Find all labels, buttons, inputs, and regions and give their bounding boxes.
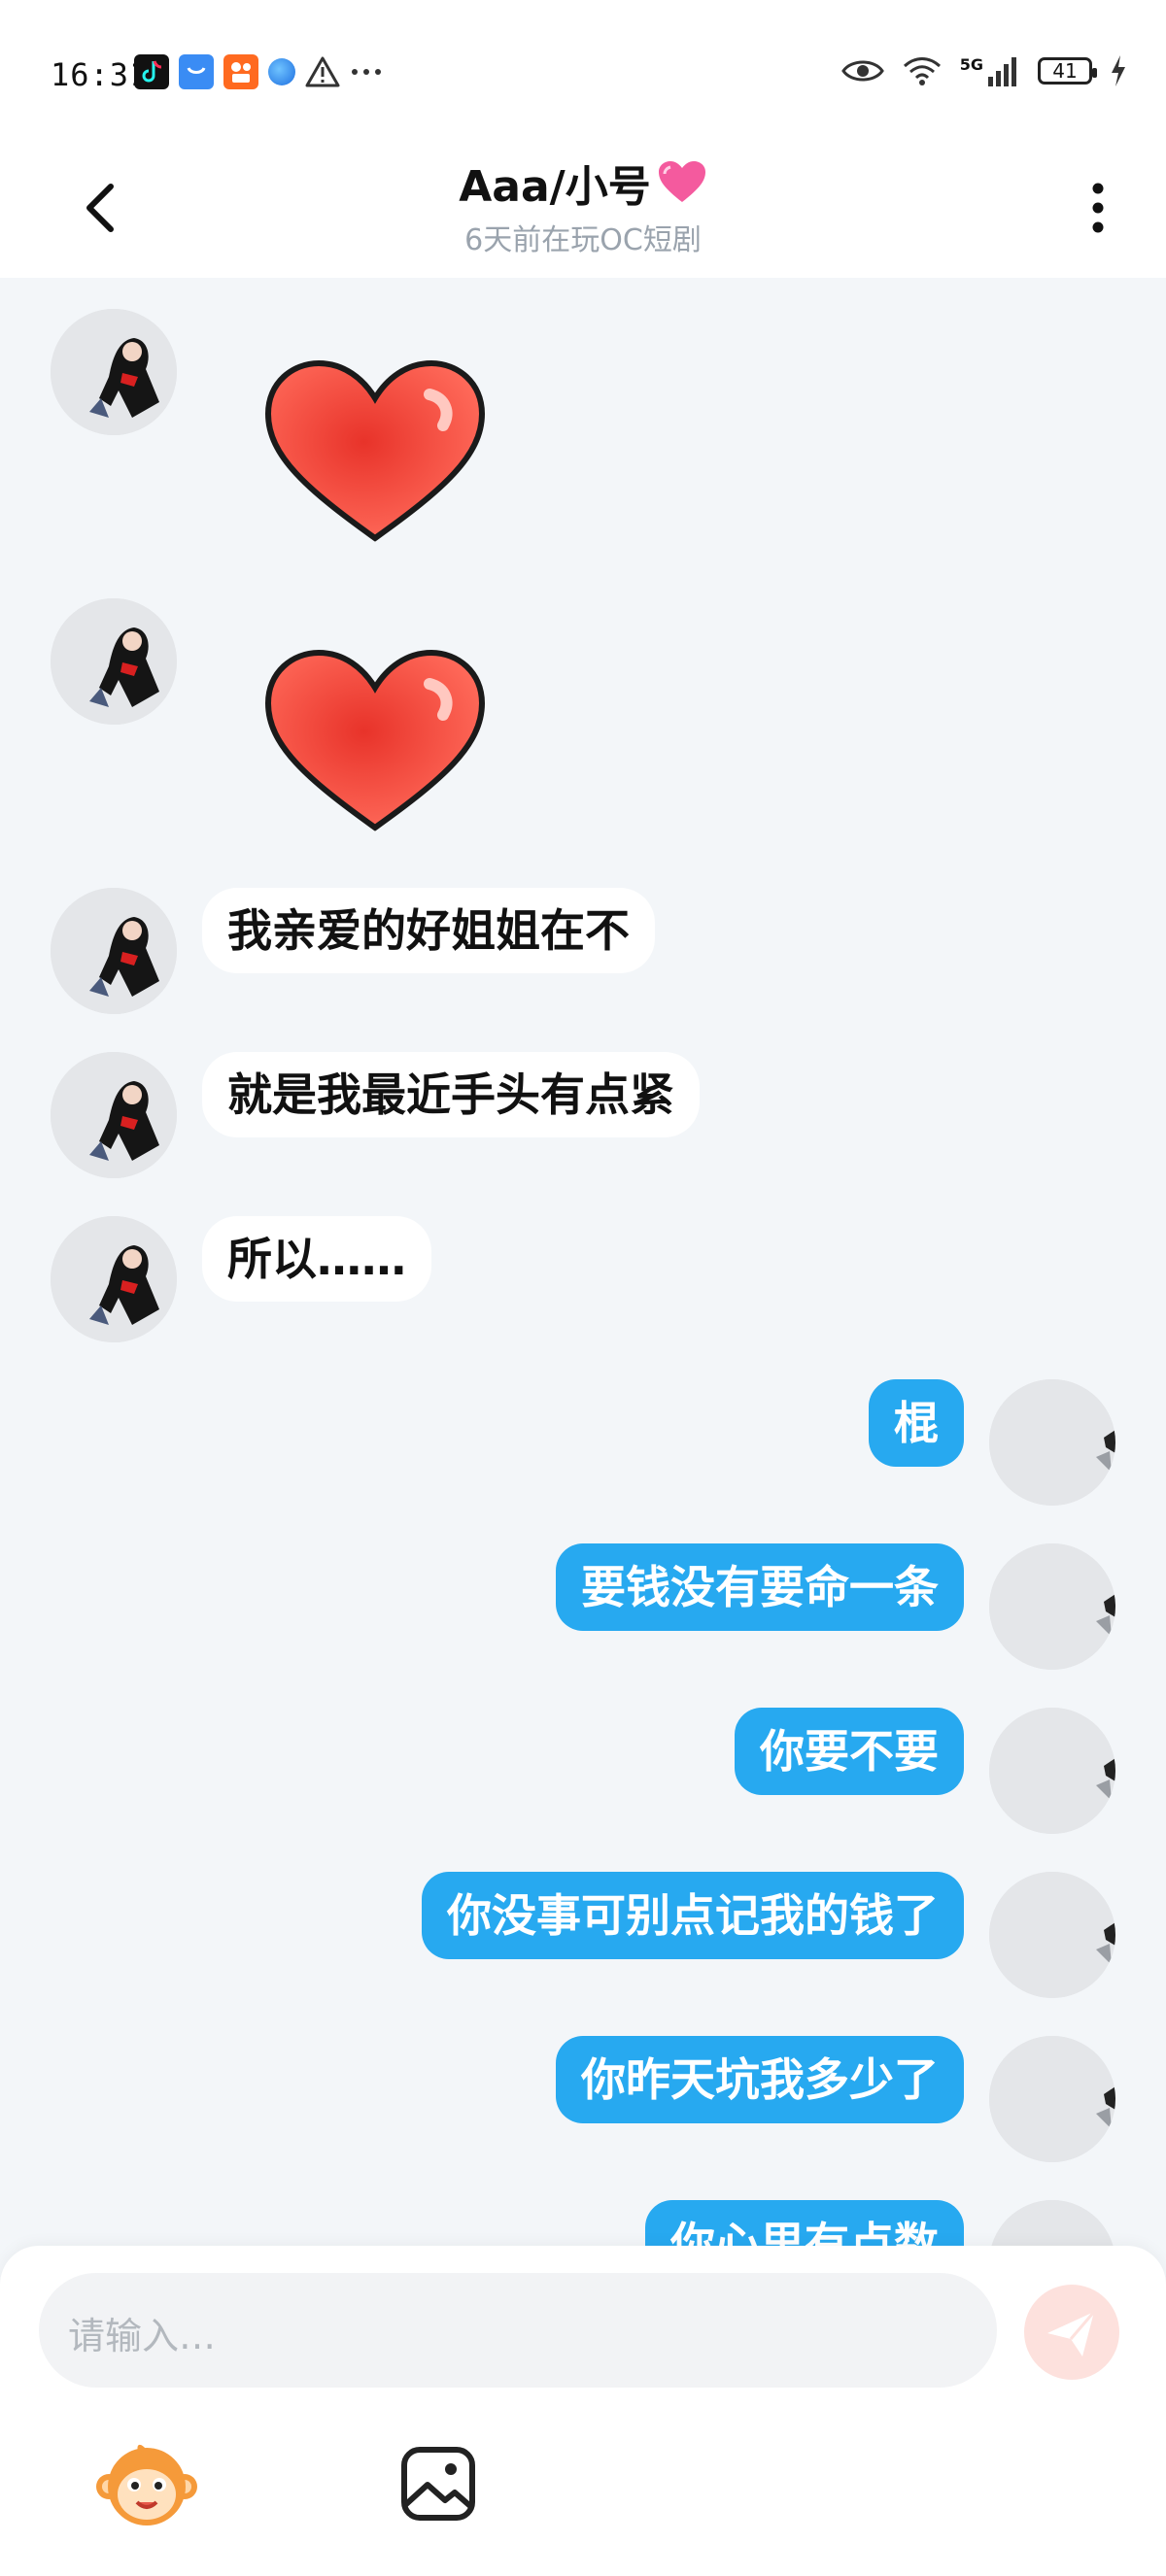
avatar-character-icon (989, 1872, 1115, 1998)
outgoing-message[interactable]: 你心里有点数 (645, 2200, 964, 2250)
chat-title-area[interactable]: Aaa/小号 6天前在玩OC短剧 (0, 152, 1166, 258)
avatar-character-icon (51, 888, 177, 1014)
send-icon (1047, 2311, 1096, 2356)
chat-header: Aaa/小号 6天前在玩OC短剧 (0, 146, 1166, 278)
browser-app-icon (268, 58, 295, 85)
chat-screen: 16:31 5G 41 Aaa/小号 6天前在玩OC短剧 我亲爱的好姐姐在不 就… (0, 0, 1166, 2576)
message-list[interactable]: 我亲爱的好姐姐在不 就是我最近手头有点紧 所以…… 棍 要钱没有要命一条 你要不… (0, 278, 1166, 2250)
status-right: 5G 41 (840, 54, 1127, 87)
contact-avatar[interactable] (51, 888, 177, 1014)
contact-name: Aaa/小号 (459, 162, 651, 212)
avatar-character-icon (989, 1708, 1115, 1834)
tiktok-app-icon (134, 54, 169, 89)
my-avatar[interactable] (989, 1379, 1115, 1506)
battery-indicator: 41 (1038, 57, 1097, 85)
contact-avatar[interactable] (51, 1052, 177, 1178)
chat-subtitle: 6天前在玩OC短剧 (464, 223, 702, 257)
charging-icon (1112, 55, 1125, 86)
image-icon (401, 2447, 475, 2521)
avatar-character-icon (51, 309, 177, 435)
more-options-button[interactable] (1069, 169, 1127, 247)
emoji-button[interactable] (93, 2430, 200, 2537)
image-button[interactable] (385, 2430, 492, 2537)
more-notifications-icon (352, 69, 381, 75)
pink-heart-icon (658, 161, 705, 202)
red-heart-sticker[interactable] (258, 354, 492, 548)
outgoing-message[interactable]: 你没事可别点记我的钱了 (422, 1872, 964, 1959)
eye-icon (840, 60, 884, 82)
my-avatar[interactable] (989, 2200, 1115, 2250)
avatar-character-icon (989, 2200, 1115, 2250)
outgoing-message[interactable]: 你要不要 (735, 1708, 964, 1795)
my-avatar[interactable] (989, 1708, 1115, 1834)
incoming-message[interactable]: 我亲爱的好姐姐在不 (202, 888, 655, 973)
outgoing-message[interactable]: 要钱没有要命一条 (556, 1543, 964, 1631)
signal-bars-icon (988, 57, 1016, 86)
avatar-character-icon (51, 598, 177, 725)
kuaishou-app-icon (223, 54, 258, 89)
store-app-icon (179, 54, 214, 89)
message-input[interactable]: 请输入… (39, 2273, 997, 2388)
outgoing-message[interactable]: 棍 (869, 1379, 964, 1467)
my-avatar[interactable] (989, 1872, 1115, 1998)
cell-signal: 5G (960, 55, 1020, 86)
notification-icons (134, 54, 383, 89)
incoming-message[interactable]: 就是我最近手头有点紧 (202, 1052, 700, 1137)
avatar-character-icon (989, 1379, 1115, 1506)
outgoing-message[interactable]: 你昨天坑我多少了 (556, 2036, 964, 2123)
more-vertical-icon (1092, 183, 1104, 233)
chat-title: Aaa/小号 (459, 152, 707, 214)
message-composer: 请输入… (0, 2246, 1166, 2576)
battery-level: 41 (1052, 59, 1078, 83)
warning-icon (305, 56, 340, 87)
avatar-character-icon (989, 2036, 1115, 2162)
incoming-message[interactable]: 所以…… (202, 1216, 431, 1302)
my-avatar[interactable] (989, 1543, 1115, 1670)
avatar-character-icon (989, 1543, 1115, 1670)
avatar-character-icon (51, 1052, 177, 1178)
network-type: 5G (959, 55, 983, 74)
wifi-icon (903, 57, 941, 85)
monkey-emoji-icon (96, 2444, 197, 2525)
my-avatar[interactable] (989, 2036, 1115, 2162)
red-heart-sticker[interactable] (258, 643, 492, 837)
contact-avatar[interactable] (51, 309, 177, 435)
contact-avatar[interactable] (51, 1216, 177, 1342)
avatar-character-icon (51, 1216, 177, 1342)
status-bar: 16:31 5G 41 (0, 0, 1166, 146)
contact-avatar[interactable] (51, 598, 177, 725)
message-input-placeholder: 请输入… (68, 2315, 217, 2357)
send-button[interactable] (1024, 2285, 1119, 2380)
